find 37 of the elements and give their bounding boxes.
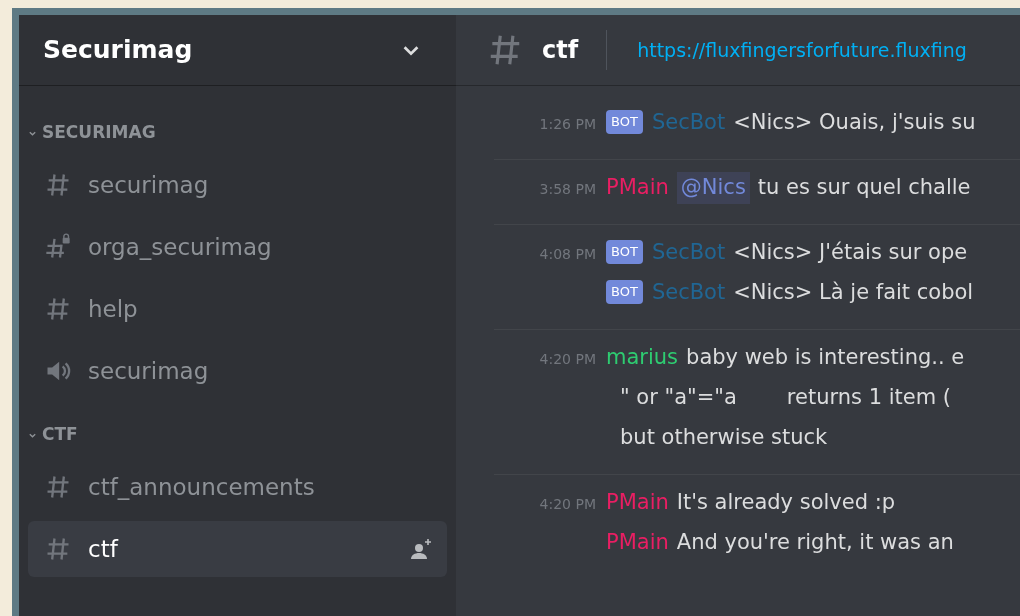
- timestamp: 1:26 PM: [539, 115, 596, 134]
- message-text: <Nics> Là je fait cobol: [733, 279, 974, 306]
- timestamp: 4:08 PM: [539, 245, 596, 264]
- message-text: <Nics> Ouais, j'suis su: [733, 109, 976, 136]
- channel-item[interactable]: orga_securimag: [28, 219, 447, 275]
- timestamp: 4:20 PM: [539, 350, 596, 369]
- message-text: baby web is interesting.. e: [686, 344, 965, 371]
- username[interactable]: PMain: [606, 172, 669, 204]
- channel-item[interactable]: securimag: [28, 343, 447, 399]
- channel-title: ctf: [542, 35, 579, 66]
- server-header[interactable]: Securimag: [19, 15, 456, 85]
- message-text: <Nics> J'étais sur ope: [733, 239, 968, 266]
- message-text: tu es sur quel challe: [757, 174, 971, 201]
- message-text: It's already solved :p: [676, 489, 896, 516]
- server-name: Securimag: [43, 34, 193, 67]
- category-header[interactable]: CTF: [28, 417, 447, 453]
- channel-item[interactable]: ctf: [28, 521, 447, 577]
- timestamp: 4:20 PM: [539, 495, 596, 514]
- username[interactable]: marius: [606, 342, 679, 374]
- channel-topic-link[interactable]: https://fluxfingersforfuture.fluxfing: [637, 35, 967, 65]
- channel-item[interactable]: help: [28, 281, 447, 337]
- locked-hash-icon: [44, 233, 72, 261]
- mention[interactable]: @Nics: [676, 172, 750, 204]
- bot-tag: BOT: [606, 240, 643, 264]
- message-text: but otherwise stuck: [620, 424, 828, 451]
- category-header[interactable]: SECURIMAG: [28, 115, 447, 151]
- channel-item[interactable]: securimag: [28, 157, 447, 213]
- bot-tag: BOT: [606, 110, 643, 134]
- message-text: returns 1 item (: [786, 384, 951, 411]
- timestamp: 3:58 PM: [539, 180, 596, 199]
- add-member-icon[interactable]: [409, 537, 433, 561]
- bot-tag: BOT: [606, 280, 643, 304]
- channel-item[interactable]: ctf_announcements: [28, 459, 447, 515]
- message-text: And you're right, it was an: [676, 529, 954, 556]
- username[interactable]: PMain: [606, 527, 669, 559]
- message-text: " or "a"="a: [620, 384, 737, 411]
- username[interactable]: PMain: [606, 487, 669, 519]
